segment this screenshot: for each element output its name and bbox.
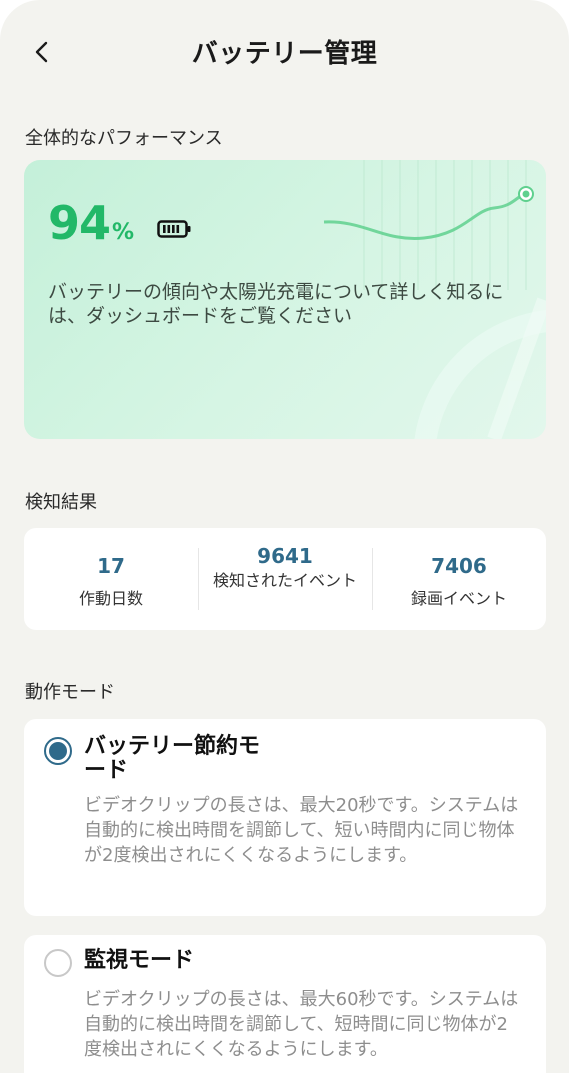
screen: バッテリー管理 全体的なパフォーマンス 94 % バッテリーの傾向や太陽光充電に… [0,0,569,1073]
stat-value: 7406 [431,554,487,578]
stat-recorded-events: 7406 録画イベント [372,528,546,630]
battery-icon [157,220,191,238]
mode-title: 監視モード [84,948,195,973]
stat-label: 検知されたイベント [212,571,357,590]
radio-selected-icon[interactable] [44,737,72,765]
mode-description: ビデオクリップの長さは、最大20秒です。システムは自動的に検出時間を調節して、短… [84,795,519,866]
performance-section-label: 全体的なパフォーマンス [25,128,223,149]
stat-label: 作動日数 [78,589,143,608]
detection-section-label: 検知結果 [25,492,97,513]
radio-unselected-icon[interactable] [44,949,72,977]
stat-label: 録画イベント [410,589,507,608]
mode-option-monitoring[interactable]: 監視モード ビデオクリップの長さは、最大60秒です。システムは自動的に検出時間を… [24,935,546,1073]
top-bar: バッテリー管理 [0,0,569,100]
modes-section-label: 動作モード [25,682,115,703]
mode-option-battery-saver[interactable]: バッテリー節約モード ビデオクリップの長さは、最大20秒です。システムは自動的に… [24,719,546,916]
battery-percentage-value: 94 [48,196,111,250]
battery-percentage-unit: % [112,220,135,245]
battery-percentage: 94 % [48,196,134,250]
stat-active-days: 17 作動日数 [24,528,198,630]
performance-card[interactable]: 94 % バッテリーの傾向や太陽光充電について詳しく知るには、ダッシュボードをご… [24,160,546,439]
mode-description: ビデオクリップの長さは、最大60秒です。システムは自動的に検出時間を調節して、短… [84,989,519,1060]
performance-description: バッテリーの傾向や太陽光充電について詳しく知るには、ダッシュボードをご覧ください [48,281,504,327]
stat-detected-events: 9641 検知されたイベント [198,528,372,630]
page-title: バッテリー管理 [191,39,378,69]
mode-title: バッテリー節約モード [84,734,261,783]
stat-value: 17 [97,554,125,578]
detection-stats-card: 17 作動日数 9641 検知されたイベント 7406 録画イベント [24,528,546,630]
stat-value: 9641 [257,544,313,568]
